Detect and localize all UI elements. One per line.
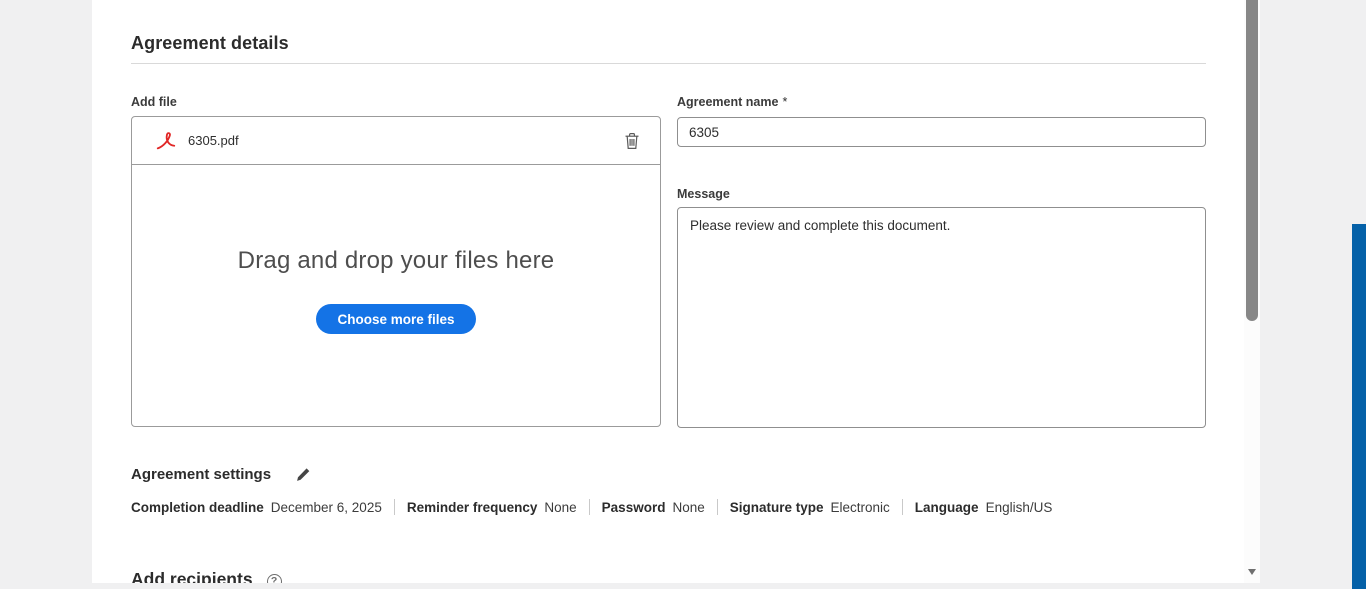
file-row: 6305.pdf — [132, 117, 660, 165]
agreement-settings-header: Agreement settings — [131, 463, 314, 485]
settings-separator — [394, 499, 395, 515]
choose-more-files-button[interactable]: Choose more files — [316, 304, 475, 334]
agreement-name-label: Agreement name* — [677, 95, 787, 109]
add-file-label: Add file — [131, 95, 177, 109]
delete-file-button[interactable] — [620, 129, 644, 153]
down-arrow-icon[interactable] — [1248, 569, 1256, 575]
setting-signature-type: Signature type Electronic — [730, 500, 890, 515]
edit-settings-button[interactable] — [292, 463, 314, 485]
message-textarea[interactable]: Please review and complete this document… — [677, 207, 1206, 428]
agreement-form-panel: Agreement details Add file 6305.pdf — [92, 0, 1244, 583]
recipients-help-button[interactable]: ? — [267, 573, 284, 584]
trash-icon — [624, 132, 640, 150]
add-recipients-header: Add recipients ? — [131, 569, 284, 583]
file-name: 6305.pdf — [188, 133, 239, 148]
file-dropzone[interactable]: Drag and drop your files here Choose mor… — [132, 165, 660, 427]
settings-separator — [902, 499, 903, 515]
message-label: Message — [677, 187, 730, 201]
app-viewport: Agreement details Add file 6305.pdf — [0, 0, 1366, 589]
setting-completion-deadline: Completion deadline December 6, 2025 — [131, 500, 382, 515]
right-edge-blue-bar — [1352, 224, 1366, 589]
agreement-settings-title: Agreement settings — [131, 466, 271, 483]
pdf-acrobat-icon — [155, 130, 177, 152]
question-circle-icon: ? — [267, 574, 282, 584]
settings-separator — [589, 499, 590, 515]
pencil-icon — [294, 465, 313, 484]
file-list: 6305.pdf Drag and drop — [131, 116, 661, 427]
agreement-name-input[interactable] — [677, 117, 1206, 147]
dropzone-text: Drag and drop your files here — [238, 247, 555, 275]
setting-reminder-frequency: Reminder frequency None — [407, 500, 577, 515]
title-divider — [131, 63, 1206, 64]
setting-language: Language English/US — [915, 500, 1053, 515]
vertical-scrollbar[interactable] — [1244, 0, 1260, 583]
agreement-settings-summary: Completion deadline December 6, 2025 Rem… — [131, 499, 1052, 515]
page-title: Agreement details — [131, 33, 289, 54]
setting-password: Password None — [602, 500, 705, 515]
add-recipients-title: Add recipients — [131, 569, 253, 583]
required-asterisk: * — [782, 95, 787, 109]
scrollbar-thumb[interactable] — [1246, 0, 1258, 321]
settings-separator — [717, 499, 718, 515]
